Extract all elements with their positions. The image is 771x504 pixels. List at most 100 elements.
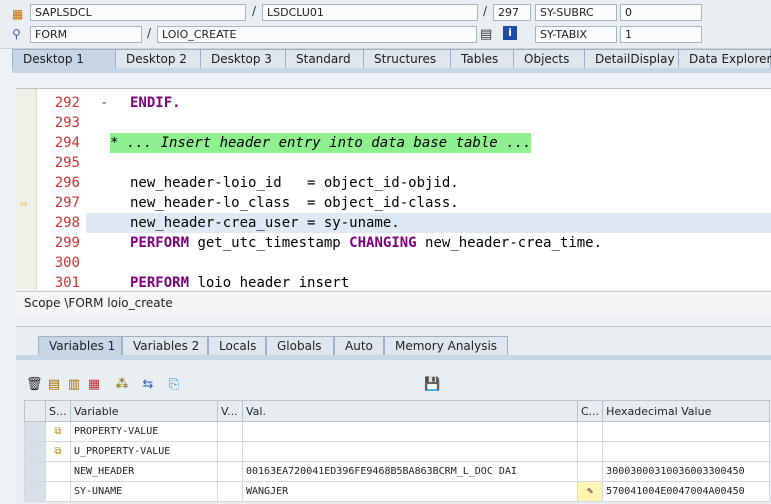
program-field: SAPLSDCL — [30, 4, 246, 21]
line-number: 298 — [54, 215, 80, 231]
line-number: 294 — [54, 135, 80, 151]
tab-standard[interactable]: Standard — [285, 49, 364, 68]
c-cell — [576, 461, 604, 482]
append-row-icon[interactable]: ▥ — [66, 377, 82, 393]
line-number: 295 — [54, 155, 80, 171]
tab-data-explorer[interactable]: Data Explorer — [678, 49, 771, 68]
value-cell[interactable]: 00163EA720041ED396FE9468B5BA863BCRM_L_DO… — [242, 461, 578, 482]
select-column — [24, 400, 46, 422]
insert-row-icon[interactable]: ▤ — [46, 377, 62, 393]
fold-marker: - — [100, 95, 109, 111]
col-hex[interactable]: Hexadecimal Value — [602, 400, 771, 422]
hex-cell: 570041004E0047004A00450 — [602, 481, 771, 502]
value-cell[interactable] — [242, 441, 578, 462]
include-field: LSDCLU01 — [262, 4, 478, 21]
change-row-icon[interactable]: ▦ — [86, 377, 102, 393]
open-folder-icon[interactable]: ⎘ — [166, 377, 182, 393]
col-v[interactable]: V... — [217, 400, 243, 422]
tab-detail-display[interactable]: DetailDisplay — [584, 49, 679, 68]
col-value[interactable]: Val. — [242, 400, 578, 422]
tab-locals[interactable]: Locals — [208, 336, 266, 355]
code-text: PERFORM loio header insert — [130, 275, 350, 290]
code-line: 299 PERFORM get_utc_timestamp CHANGING n… — [16, 233, 771, 253]
hierarchy-icon[interactable]: ⁂ — [114, 377, 130, 393]
code-line-current: ⇨ 297 new_header-lo_class = object_id-cl… — [16, 193, 771, 213]
tab-variables-1[interactable]: Variables 1 — [38, 336, 122, 356]
tab-structures[interactable]: Structures — [363, 49, 451, 68]
source-code-editor[interactable]: 292 - ENDIF. 293 294 * ... Insert header… — [16, 88, 771, 290]
code-text: PERFORM get_utc_timestamp CHANGING new_h… — [130, 235, 603, 251]
tab-desktop-2[interactable]: Desktop 2 — [115, 49, 201, 68]
hex-cell — [602, 441, 771, 462]
code-line: 301 PERFORM loio header insert — [16, 273, 771, 290]
code-line: 295 — [16, 153, 771, 173]
col-s[interactable]: S... — [45, 400, 71, 422]
desktop-tabbar: Desktop 1 Desktop 2 Desktop 3 Standard S… — [12, 49, 771, 69]
calculator-icon[interactable]: ▤ — [480, 27, 494, 42]
delete-icon[interactable]: 🗑 — [26, 377, 43, 393]
tab-tables[interactable]: Tables — [450, 49, 514, 68]
line-field: 297 — [493, 4, 531, 21]
structure-icon[interactable]: ⧉ — [45, 441, 71, 462]
save-icon[interactable]: 💾 — [424, 377, 440, 393]
col-variable[interactable]: Variable — [70, 400, 218, 422]
hex-cell: 30003000310036003300450 — [602, 461, 771, 482]
code-text: new_header-crea_user = sy-uname. — [130, 215, 400, 231]
tab-variables-2[interactable]: Variables 2 — [122, 336, 208, 355]
table-row[interactable]: ⧉ PROPERTY-VALUE — [24, 421, 771, 442]
row-selector[interactable] — [24, 461, 46, 482]
tab-memory-analysis[interactable]: Memory Analysis — [384, 336, 508, 355]
structure-icon[interactable]: ⧉ — [45, 421, 71, 442]
code-text: ENDIF. — [130, 95, 181, 111]
navigate-icon[interactable]: ⇆ — [140, 377, 156, 393]
tab-auto[interactable]: Auto — [334, 336, 384, 355]
variables-pane: Variables 1 Variables 2 Locals Globals A… — [16, 326, 771, 504]
code-line: 293 — [16, 113, 771, 133]
event-icon: ⚲ — [12, 27, 21, 41]
line-number: 293 — [54, 115, 80, 131]
v-cell — [217, 421, 243, 442]
c-cell — [576, 421, 604, 442]
subrc-value: 0 — [620, 4, 702, 21]
info-icon[interactable]: i — [503, 26, 517, 40]
row-selector[interactable] — [24, 441, 46, 462]
variable-name[interactable]: U_PROPERTY-VALUE — [70, 441, 218, 462]
code-line: 292 - ENDIF. — [16, 93, 771, 113]
edit-pencil-icon[interactable]: ✎ — [576, 481, 604, 502]
scope-bar: Scope \FORM loio_create — [16, 291, 771, 315]
code-comment: * ... Insert header entry into data base… — [110, 133, 532, 153]
separator: / — [147, 26, 152, 40]
row-selector[interactable] — [24, 421, 46, 442]
current-line-arrow-icon: ⇨ — [20, 196, 28, 210]
line-number: 299 — [54, 235, 80, 251]
subrc-label: SY-SUBRC — [535, 4, 617, 21]
v-cell — [217, 481, 243, 502]
code-text: new_header-lo_class = object_id-class. — [130, 195, 459, 211]
line-number: 297 — [54, 195, 80, 211]
tab-desktop-3[interactable]: Desktop 3 — [200, 49, 286, 68]
variable-name[interactable]: SY-UNAME — [70, 481, 218, 502]
variable-name[interactable]: PROPERTY-VALUE — [70, 421, 218, 442]
tab-objects[interactable]: Objects — [513, 49, 585, 68]
code-text: new_header-loio_id = object_id-objid. — [130, 175, 459, 191]
table-row[interactable]: SY-UNAME WANGJER ✎ 570041004E0047004A004… — [24, 481, 771, 502]
tabix-value: 1 — [620, 26, 702, 43]
col-c[interactable]: C... — [576, 400, 604, 422]
line-number: 300 — [54, 255, 80, 271]
separator: / — [483, 4, 488, 18]
event-name-field: LOIO_CREATE — [157, 26, 477, 43]
event-type-field: FORM — [30, 26, 142, 43]
table-row[interactable]: ⧉ U_PROPERTY-VALUE — [24, 441, 771, 462]
program-icon: ▦ — [12, 7, 24, 21]
value-cell[interactable]: WANGJER — [242, 481, 578, 502]
code-line: 296 new_header-loio_id = object_id-objid… — [16, 173, 771, 193]
row-selector[interactable] — [24, 481, 46, 502]
table-row[interactable]: NEW_HEADER 00163EA720041ED396FE9468B5BA8… — [24, 461, 771, 482]
v-cell — [217, 441, 243, 462]
variables-tab-strip — [16, 355, 771, 360]
line-number: 301 — [54, 275, 80, 290]
tab-desktop-1[interactable]: Desktop 1 — [12, 49, 116, 69]
value-cell[interactable] — [242, 421, 578, 442]
tab-globals[interactable]: Globals — [266, 336, 334, 355]
variable-name[interactable]: NEW_HEADER — [70, 461, 218, 482]
